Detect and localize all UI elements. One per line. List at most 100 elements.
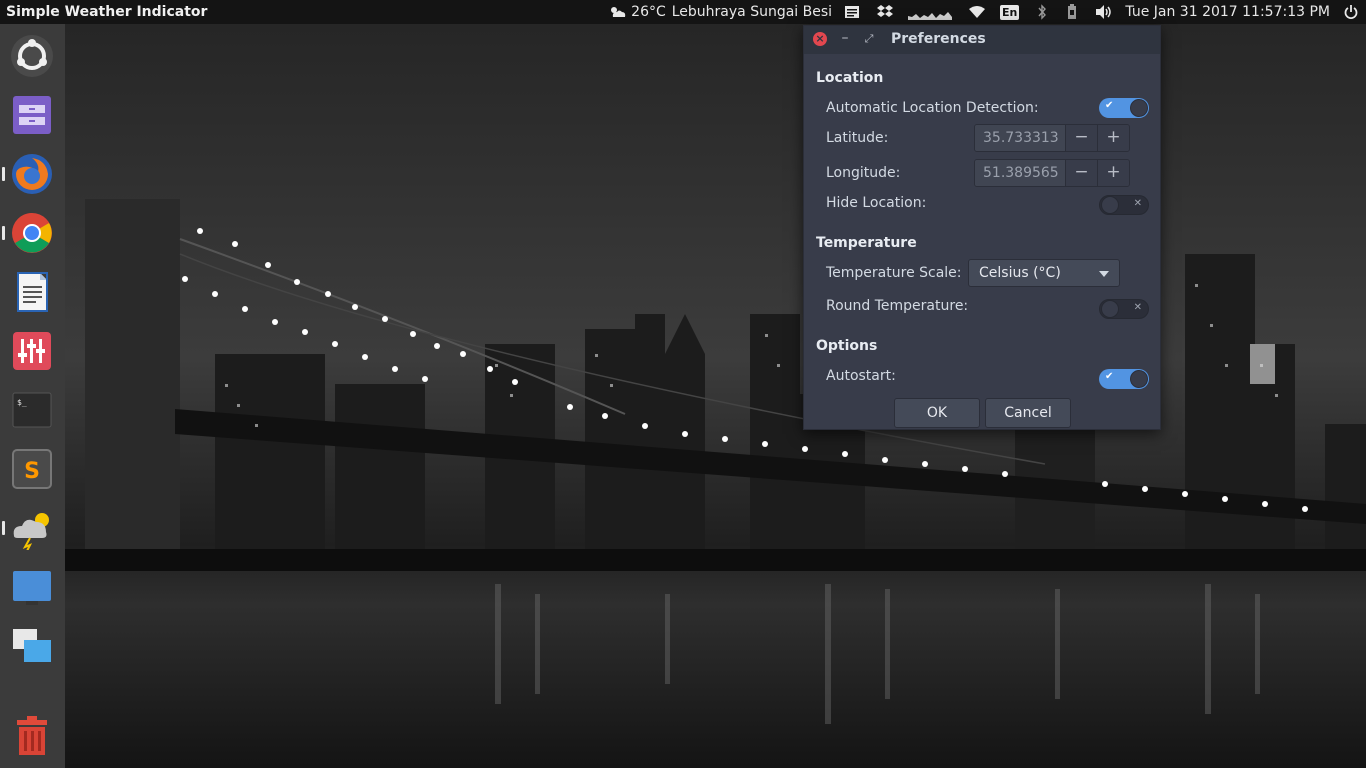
chrome-icon <box>12 213 52 253</box>
launcher-mixer[interactable] <box>10 329 54 373</box>
launcher-ubuntu-dash[interactable] <box>10 34 54 78</box>
app-title: Simple Weather Indicator <box>6 4 208 20</box>
minimize-icon: – <box>841 30 849 46</box>
desktop-wallpaper <box>65 24 1366 768</box>
launcher-files[interactable] <box>10 93 54 137</box>
launcher-writer[interactable] <box>10 270 54 314</box>
battery-indicator[interactable] <box>1067 0 1077 24</box>
check-icon: ✔ <box>1105 371 1114 382</box>
cross-icon: ✕ <box>1133 198 1142 209</box>
power-icon <box>1344 4 1358 20</box>
storm-cloud-icon <box>13 513 49 552</box>
session-indicator[interactable] <box>1344 0 1358 24</box>
weather-location: Lebuhraya Sungai Besi <box>671 4 833 20</box>
close-icon: × <box>815 32 825 45</box>
longitude-decrement-button[interactable]: − <box>1065 160 1097 186</box>
latitude-decrement-button[interactable]: − <box>1065 125 1097 151</box>
system-monitor-indicator[interactable] <box>908 0 953 24</box>
launcher: $_ S <box>0 24 65 768</box>
cross-icon: ✕ <box>1133 302 1142 313</box>
latitude-increment-button[interactable]: + <box>1097 125 1129 151</box>
launcher-workspace-switcher[interactable] <box>10 565 54 609</box>
maximize-button[interactable]: ⤢ <box>862 32 876 46</box>
firefox-icon <box>12 154 52 194</box>
notes-icon <box>844 4 862 20</box>
running-indicator <box>2 167 5 181</box>
longitude-increment-button[interactable]: + <box>1097 160 1129 186</box>
launcher-terminal[interactable]: $_ <box>10 388 54 432</box>
switch-knob <box>1130 99 1148 117</box>
round-temp-label: Round Temperature: <box>826 298 969 314</box>
volume-icon <box>1095 4 1113 20</box>
round-temp-switch[interactable]: ✕ <box>1099 299 1149 319</box>
maximize-icon: ⤢ <box>864 32 874 45</box>
temp-scale-dropdown[interactable]: Celsius (°C) <box>968 259 1120 287</box>
svg-text:$_: $_ <box>17 398 27 407</box>
launcher-chrome[interactable] <box>10 211 54 255</box>
weather-temp: 26°C <box>631 4 666 20</box>
bluetooth-icon <box>1037 4 1047 20</box>
weather-icon <box>609 5 627 19</box>
section-location-heading: Location <box>816 70 884 86</box>
file-cabinet-icon <box>13 96 51 134</box>
preferences-dialog: × – ⤢ Preferences Location Automatic Loc… <box>803 25 1161 430</box>
clock[interactable]: Tue Jan 31 2017 11:57:13 PM <box>1125 0 1330 24</box>
launcher-show-desktop[interactable] <box>10 624 54 668</box>
longitude-input[interactable] <box>975 160 1065 186</box>
autostart-switch[interactable]: ✔ <box>1099 369 1149 389</box>
dropbox-icon <box>876 4 894 20</box>
auto-detect-switch[interactable]: ✔ <box>1099 98 1149 118</box>
sliders-icon <box>13 332 51 370</box>
wifi-indicator[interactable] <box>968 0 986 24</box>
weather-indicator[interactable]: 26°C Lebuhraya Sungai Besi <box>609 0 832 24</box>
dialog-titlebar[interactable]: × – ⤢ Preferences <box>804 26 1160 54</box>
keyboard-icon: En <box>1000 4 1020 20</box>
svg-text:S: S <box>24 459 40 484</box>
launcher-trash[interactable] <box>10 714 54 758</box>
dropbox-indicator[interactable] <box>876 0 894 24</box>
latitude-input[interactable] <box>975 125 1065 151</box>
launcher-weather[interactable] <box>10 506 54 552</box>
network-graph-icon <box>908 4 953 20</box>
latitude-label: Latitude: <box>826 130 889 146</box>
chevron-down-icon <box>1099 271 1109 277</box>
close-button[interactable]: × <box>813 32 827 46</box>
launcher-firefox[interactable] <box>10 152 54 196</box>
wifi-icon <box>968 5 986 19</box>
terminal-icon: $_ <box>12 392 52 428</box>
section-options-heading: Options <box>816 338 878 354</box>
temp-scale-value: Celsius (°C) <box>979 265 1061 281</box>
top-panel: Simple Weather Indicator 26°C Lebuhraya … <box>0 0 1366 24</box>
plus-icon: + <box>1106 162 1121 182</box>
longitude-spinbox: − + <box>974 159 1130 187</box>
datetime: Tue Jan 31 2017 11:57:13 PM <box>1125 4 1330 20</box>
minimize-button[interactable]: – <box>838 30 852 46</box>
ok-button[interactable]: OK <box>894 398 980 428</box>
windows-icon <box>13 629 51 662</box>
ubuntu-logo-icon <box>11 35 53 77</box>
document-icon <box>17 272 48 312</box>
dialog-title: Preferences <box>891 31 986 47</box>
notes-indicator[interactable] <box>844 0 862 24</box>
launcher-sublime[interactable]: S <box>10 447 54 491</box>
hide-location-label: Hide Location: <box>826 195 927 211</box>
hide-location-switch[interactable]: ✕ <box>1099 195 1149 215</box>
running-indicator <box>2 226 5 240</box>
auto-detect-label: Automatic Location Detection: <box>826 100 1039 116</box>
keyboard-indicator[interactable]: En <box>1000 0 1020 24</box>
workspace-icon <box>13 571 51 605</box>
switch-knob <box>1101 196 1119 214</box>
temp-scale-label: Temperature Scale: <box>826 265 962 281</box>
city-night-wallpaper <box>65 24 1366 768</box>
cancel-button[interactable]: Cancel <box>985 398 1071 428</box>
check-icon: ✔ <box>1105 100 1114 111</box>
bluetooth-indicator[interactable] <box>1037 0 1047 24</box>
volume-indicator[interactable] <box>1095 0 1113 24</box>
minus-icon: − <box>1074 162 1089 182</box>
longitude-label: Longitude: <box>826 165 901 181</box>
switch-knob <box>1101 300 1119 318</box>
autostart-label: Autostart: <box>826 368 896 384</box>
section-temperature-heading: Temperature <box>816 235 917 251</box>
minus-icon: − <box>1074 127 1089 147</box>
trash-icon <box>17 716 47 755</box>
